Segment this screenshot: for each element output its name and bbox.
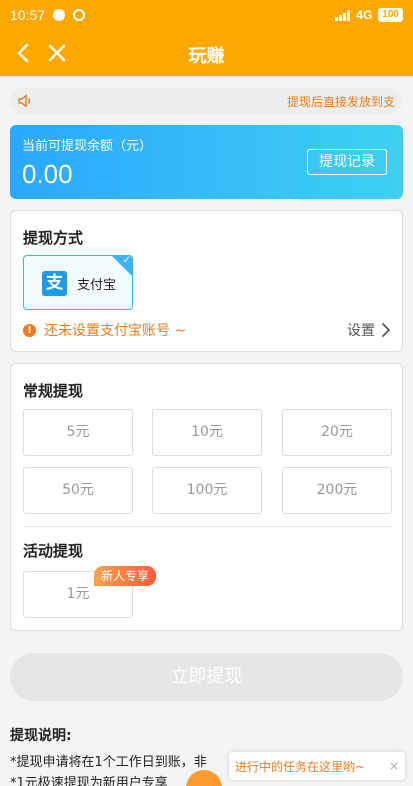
warning-text: 还未设置支付宝账号 ~: [44, 323, 187, 339]
method-title: 提现方式: [23, 229, 84, 247]
amount-option-10[interactable]: 10元: [152, 409, 262, 456]
nav-bar: 玩赚: [0, 30, 413, 76]
amount-option-50[interactable]: 50元: [23, 467, 133, 514]
withdraw-now-button[interactable]: 立即提现: [10, 653, 403, 701]
chevron-right-icon: [382, 323, 390, 337]
page-title: 玩赚: [188, 46, 225, 67]
app-notification-icon: [73, 9, 86, 21]
amount-option-200[interactable]: 200元: [282, 467, 392, 514]
amount-option-100[interactable]: 100元: [152, 467, 262, 514]
activity-title: 活动提现: [23, 542, 84, 560]
check-icon: ✓: [122, 255, 131, 266]
alipay-logo-icon: 支: [42, 271, 67, 296]
withdraw-method-card: 提现方式 支 支付宝 ✓ ! 还未设置支付宝账号 ~ 设置: [10, 210, 403, 352]
amount-option-5[interactable]: 5元: [23, 409, 133, 456]
section-divider: [23, 526, 391, 527]
explain-line: *提现申请将在1个工作日到账，非: [10, 755, 207, 770]
explain-title: 提现说明:: [10, 728, 72, 744]
alipay-option[interactable]: 支 支付宝 ✓: [23, 255, 133, 310]
notice-bar: 提现后直接发放到支: [10, 88, 403, 114]
balance-card: 当前可提现余额（元） 0.00 提现记录: [10, 125, 403, 199]
task-float-icon[interactable]: [186, 770, 222, 786]
setup-label: 设置: [347, 323, 375, 339]
new-user-badge: 新人专享: [94, 566, 157, 586]
withdraw-amount-card: 常规提现 5元 10元 20元 50元 100元 200元 活动提现 1元 新人…: [10, 363, 403, 631]
explain-line: *1元极速提现为新用户专享: [10, 776, 168, 786]
balance-amount: 0.00: [22, 159, 73, 189]
warning-icon: !: [23, 323, 36, 337]
status-bar: 10:57 4G 100: [0, 0, 413, 30]
task-floating-tip[interactable]: 进行中的任务在这里哟~ ×: [229, 752, 405, 780]
amount-option-20[interactable]: 20元: [282, 409, 392, 456]
balance-label: 当前可提现余额（元）: [22, 139, 153, 154]
notification-icon: [53, 9, 66, 21]
alipay-warning-row[interactable]: ! 还未设置支付宝账号 ~ 设置: [23, 319, 391, 341]
network-type: 4G: [356, 8, 373, 22]
tip-close-icon[interactable]: ×: [389, 759, 399, 773]
battery-icon: 100: [378, 8, 403, 22]
setup-link[interactable]: 设置: [347, 320, 391, 340]
alipay-label: 支付宝: [77, 278, 117, 293]
task-tip-text: 进行中的任务在这里哟~: [235, 759, 366, 774]
notice-text: 提现后直接发放到支: [286, 94, 395, 109]
speaker-icon: [18, 94, 31, 108]
withdraw-record-button[interactable]: 提现记录: [307, 149, 387, 175]
signal-icon: [335, 9, 351, 21]
regular-title: 常规提现: [23, 382, 84, 400]
status-time: 10:57: [10, 7, 46, 23]
